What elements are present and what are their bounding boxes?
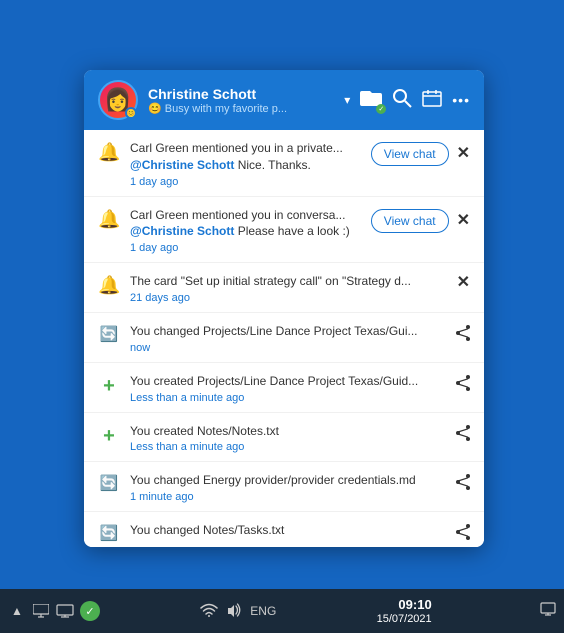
sync-icon: 🔄	[98, 524, 120, 542]
share-button[interactable]	[456, 425, 470, 444]
status-dot: 😊	[125, 107, 137, 119]
notification-item: + You created Projects/Line Dance Projec…	[84, 363, 484, 413]
notif-actions	[456, 375, 470, 394]
notif-content: You changed Projects/Line Dance Project …	[130, 323, 446, 354]
bell-icon: 🔔	[98, 275, 120, 296]
notif-text: You changed Notes/Tasks.txt	[130, 522, 446, 539]
notification-panel: 👩 😊 Christine Schott 😊 Busy with my favo…	[84, 70, 484, 547]
notif-time: 1 day ago	[130, 176, 361, 188]
tv-icon[interactable]	[56, 602, 74, 620]
notif-content: Carl Green mentioned you in conversa... …	[130, 207, 361, 255]
taskbar-date: 15/07/2021	[377, 613, 432, 625]
notif-content: The card "Set up initial strategy call" …	[130, 273, 447, 304]
notif-time: Less than a minute ago	[130, 392, 446, 404]
header-info: Christine Schott 😊 Busy with my favorite…	[148, 86, 338, 115]
notif-text: Carl Green mentioned you in conversa...	[130, 207, 361, 224]
notif-mention: @Christine Schott Please have a look :)	[130, 223, 361, 240]
notification-item: 🔄 You changed Notes/Tasks.txt	[84, 512, 484, 547]
volume-icon	[226, 603, 242, 620]
display-icon[interactable]	[32, 602, 50, 620]
close-button[interactable]: ✕	[457, 213, 470, 229]
notif-content: Carl Green mentioned you in a private...…	[130, 140, 361, 188]
notif-text: You created Notes/Notes.txt	[130, 423, 446, 440]
view-chat-button[interactable]: View chat	[371, 142, 449, 166]
notif-time: Less than a minute ago	[130, 441, 446, 453]
folder-check-icon: ✓	[376, 104, 386, 114]
notif-time: 21 days ago	[130, 292, 447, 304]
share-button[interactable]	[456, 325, 470, 344]
notif-actions	[456, 524, 470, 543]
taskbar: ▲ ✓	[0, 589, 564, 633]
notif-content: You created Notes/Notes.txt Less than a …	[130, 423, 446, 454]
notifications-list: 🔔 Carl Green mentioned you in a private.…	[84, 130, 484, 547]
wifi-icon	[200, 603, 218, 620]
chevron-up-icon[interactable]: ▲	[8, 602, 26, 620]
bell-icon: 🔔	[98, 142, 120, 163]
notification-item: 🔄 You changed Projects/Line Dance Projec…	[84, 313, 484, 363]
notif-content: You changed Notes/Tasks.txt	[130, 522, 446, 539]
plus-icon: +	[98, 375, 120, 398]
calendar-button[interactable]	[422, 89, 442, 112]
panel-header: 👩 😊 Christine Schott 😊 Busy with my favo…	[84, 70, 484, 130]
notification-item: 🔔 Carl Green mentioned you in conversa..…	[84, 197, 484, 264]
close-button[interactable]: ✕	[457, 275, 470, 291]
share-button[interactable]	[456, 474, 470, 493]
notif-actions	[456, 474, 470, 493]
notif-text: Carl Green mentioned you in a private...	[130, 140, 361, 157]
taskbar-center: ENG	[200, 603, 276, 620]
show-desktop-button[interactable]	[540, 602, 556, 621]
notification-item: 🔔 Carl Green mentioned you in a private.…	[84, 130, 484, 197]
sync-status-icon: ✓	[80, 601, 100, 621]
notif-time: now	[130, 342, 446, 354]
more-options-button[interactable]: •••	[452, 92, 470, 108]
notif-text: You created Projects/Line Dance Project …	[130, 373, 446, 390]
notif-time: 1 minute ago	[130, 491, 446, 503]
header-username: Christine Schott	[148, 86, 338, 102]
notif-text: You changed Projects/Line Dance Project …	[130, 323, 446, 340]
notification-item: 🔔 The card "Set up initial strategy call…	[84, 263, 484, 313]
taskbar-datetime: 09:10 15/07/2021	[377, 597, 432, 625]
share-button[interactable]	[456, 375, 470, 394]
share-button[interactable]	[456, 524, 470, 543]
notif-text: The card "Set up initial strategy call" …	[130, 273, 447, 290]
notif-actions	[456, 325, 470, 344]
close-button[interactable]: ✕	[457, 146, 470, 162]
sync-icon: 🔄	[98, 474, 120, 492]
notif-actions	[456, 425, 470, 444]
taskbar-left: ▲ ✓	[8, 601, 100, 621]
notif-actions: View chat ✕	[371, 209, 470, 233]
notif-text: You changed Energy provider/provider cre…	[130, 472, 446, 489]
language-indicator[interactable]: ENG	[250, 604, 276, 618]
notif-time: 1 day ago	[130, 242, 361, 254]
search-button[interactable]	[392, 88, 412, 113]
plus-icon: +	[98, 425, 120, 448]
folder-button[interactable]: ✓	[360, 89, 382, 112]
dropdown-icon[interactable]: ▾	[344, 93, 350, 107]
notif-content: You created Projects/Line Dance Project …	[130, 373, 446, 404]
view-chat-button[interactable]: View chat	[371, 209, 449, 233]
notif-mention: @Christine Schott Nice. Thanks.	[130, 157, 361, 174]
notif-actions: ✕	[457, 275, 470, 291]
notification-item: + You created Notes/Notes.txt Less than …	[84, 413, 484, 463]
notif-actions: View chat ✕	[371, 142, 470, 166]
header-status: 😊 Busy with my favorite p...	[148, 102, 308, 115]
avatar-container: 👩 😊	[98, 80, 138, 120]
notification-item: 🔄 You changed Energy provider/provider c…	[84, 462, 484, 512]
bell-icon: 🔔	[98, 209, 120, 230]
header-actions: ✓ •••	[360, 88, 470, 113]
sync-icon: 🔄	[98, 325, 120, 343]
taskbar-time: 09:10	[398, 597, 431, 612]
notif-content: You changed Energy provider/provider cre…	[130, 472, 446, 503]
